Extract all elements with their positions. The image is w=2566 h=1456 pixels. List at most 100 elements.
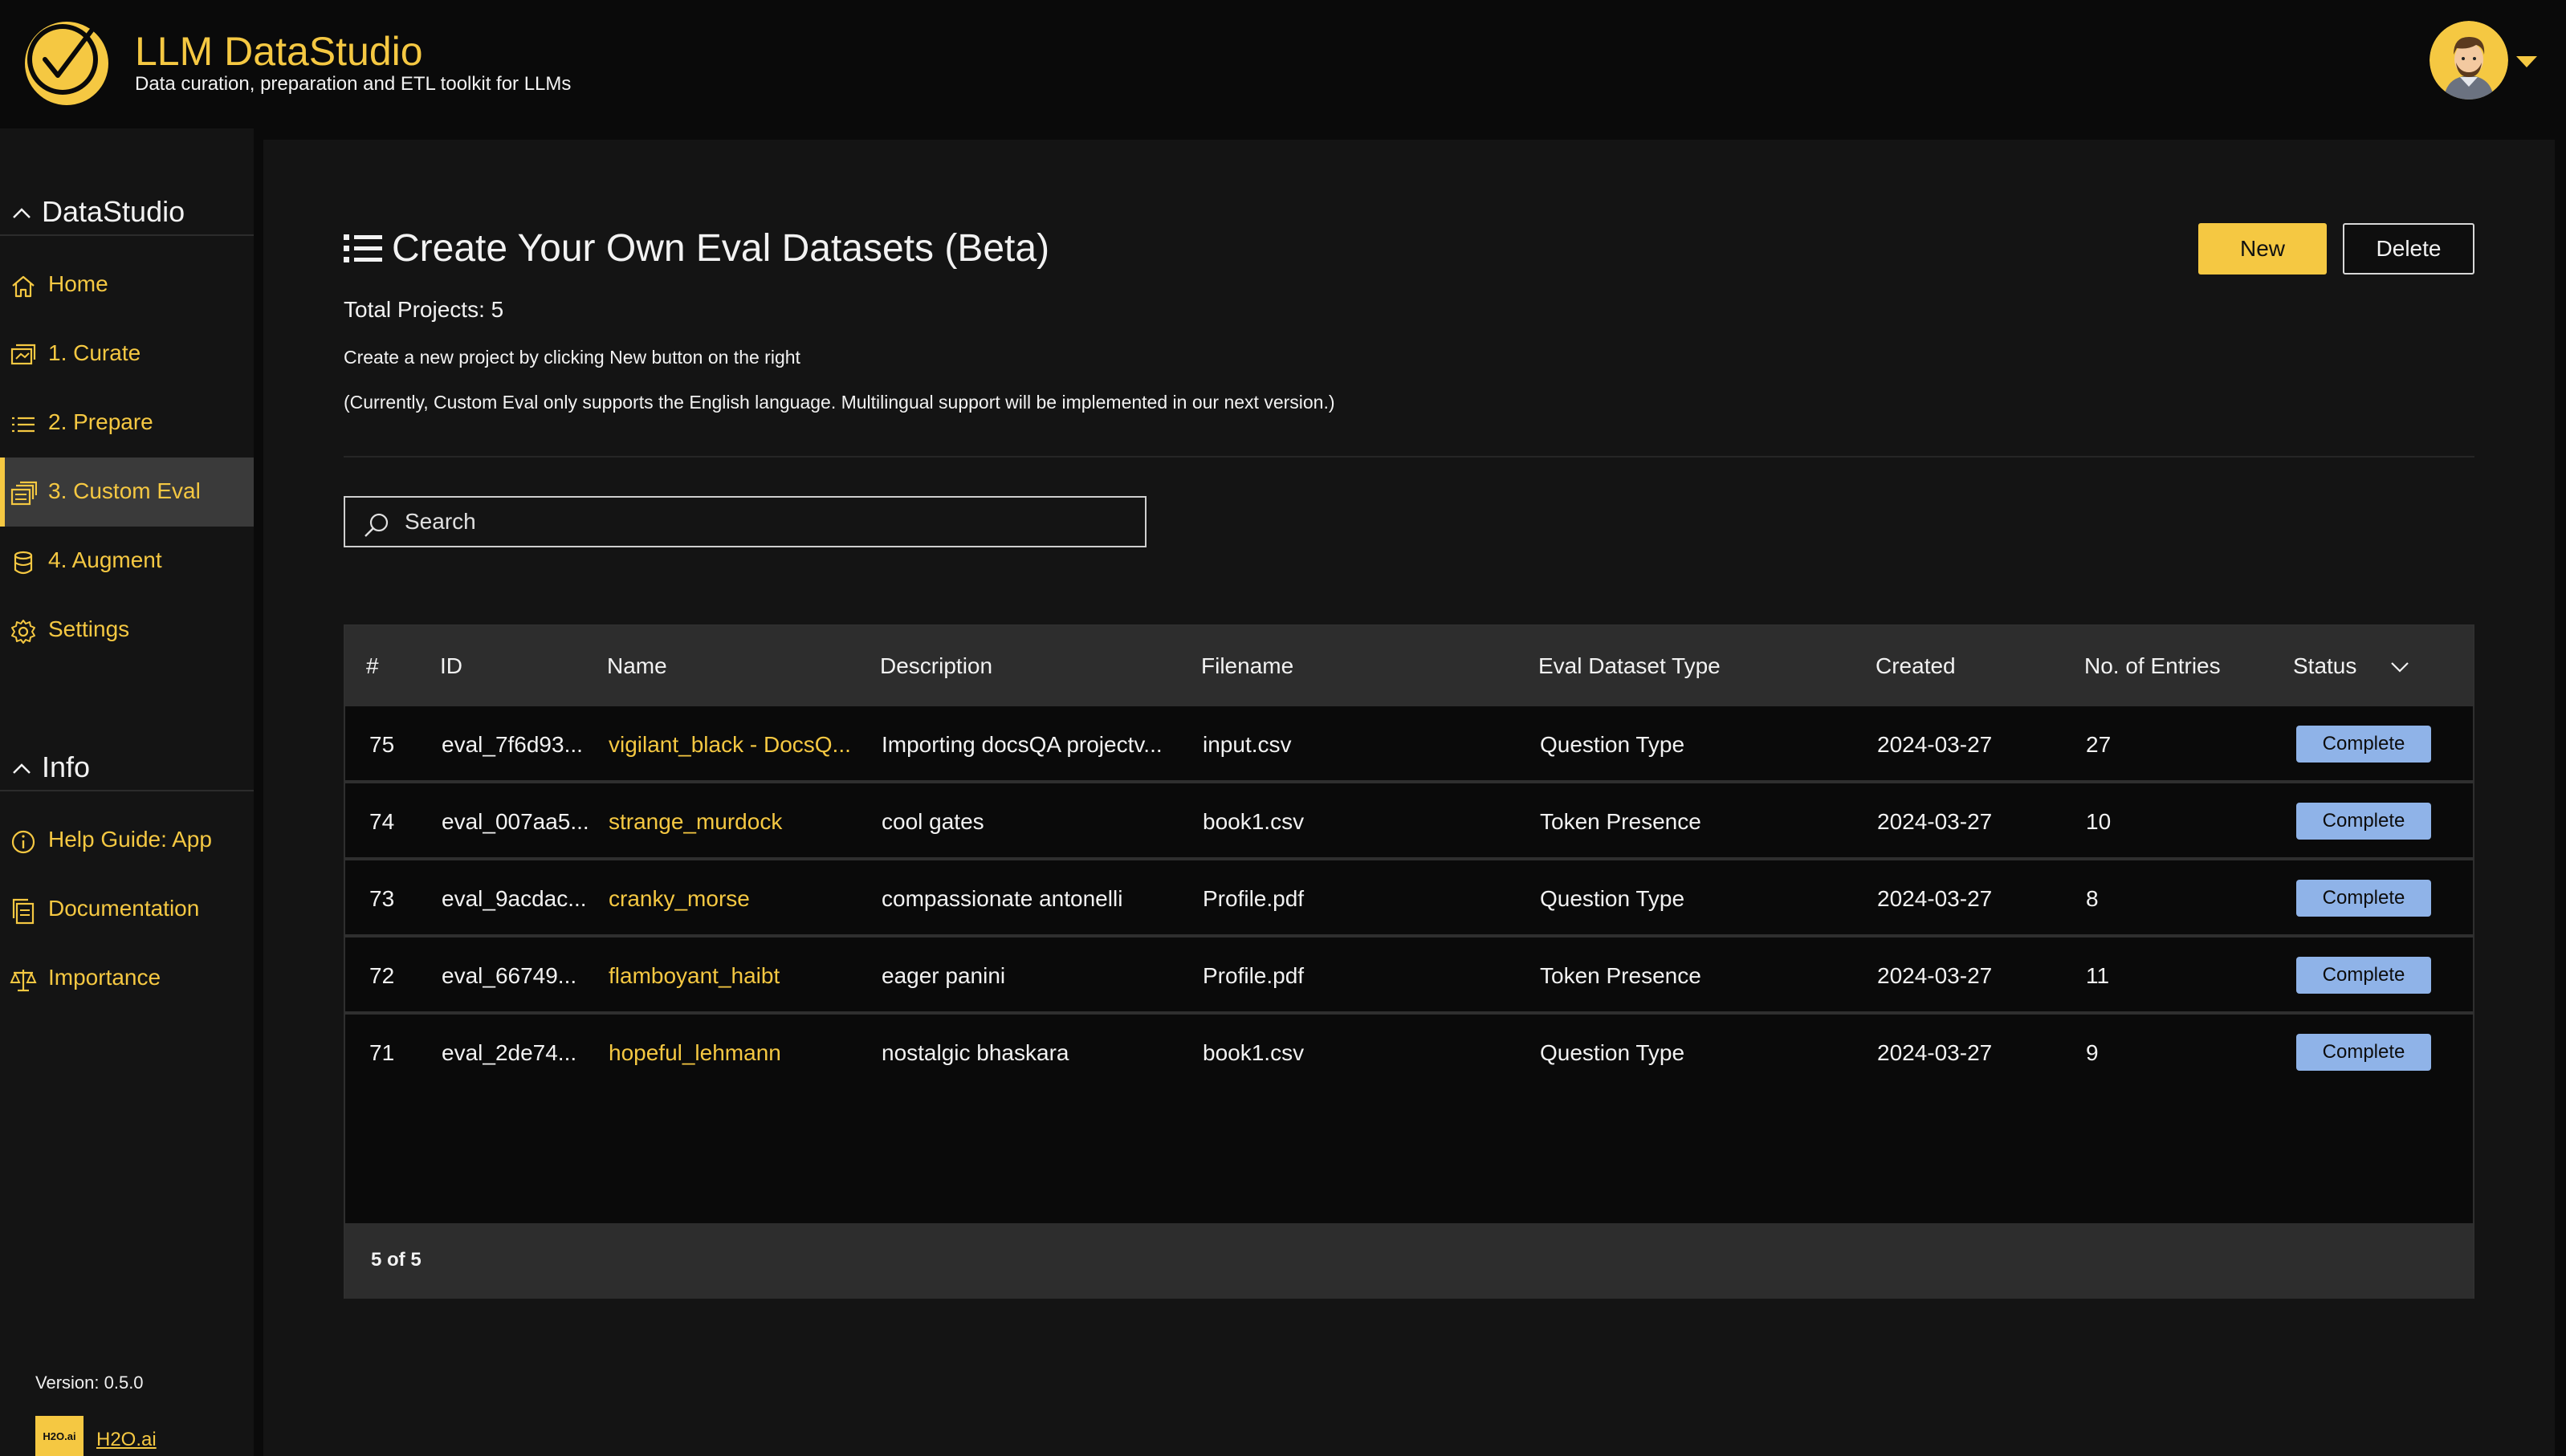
cell-name-link[interactable]: hopeful_lehmann [609, 1037, 781, 1069]
sidebar-item-settings[interactable]: Settings [0, 596, 254, 665]
cell-filename: book1.csv [1203, 1040, 1305, 1065]
cell-eval-type: Question Type [1540, 886, 1685, 911]
sidebar-item-label: 4. Augment [48, 547, 162, 572]
sidebar-item-prepare[interactable]: 2. Prepare [0, 388, 254, 458]
cell-eval-type: Token Presence [1540, 809, 1701, 834]
table-footer: 5 of 5 [345, 1223, 2473, 1299]
database-icon [14, 551, 33, 575]
version-label: Version: 0.5.0 [35, 1373, 144, 1393]
sidebar-item-custom-eval[interactable]: 3. Custom Eval [0, 458, 254, 527]
user-menu-caret-icon[interactable] [2516, 56, 2537, 67]
sidebar-item-label: Importance [48, 965, 161, 990]
column-header-eval-type[interactable]: Eval Dataset Type [1538, 650, 1721, 682]
language-notice: (Currently, Custom Eval only supports th… [344, 392, 1335, 413]
cell-created: 2024-03-27 [1877, 732, 1993, 757]
cell-created: 2024-03-27 [1877, 963, 1993, 988]
sidebar-item-label: Help Guide: App [48, 827, 212, 852]
delete-button[interactable]: Delete [2343, 223, 2474, 275]
cell-created: 2024-03-27 [1877, 1040, 1993, 1065]
sidebar-item-help-guide[interactable]: Help Guide: App [0, 806, 254, 875]
cell-entries: 8 [2086, 886, 2099, 911]
table-row[interactable]: 74 eval_007aa5... strange_murdock cool g… [345, 783, 2473, 860]
table-row[interactable]: 75 eval_7f6d93... vigilant_black - DocsQ… [345, 706, 2473, 783]
cell-name-link[interactable]: strange_murdock [609, 806, 782, 838]
column-header-name[interactable]: Name [607, 650, 667, 682]
chevron-down-icon[interactable] [2389, 657, 2410, 677]
status-badge[interactable]: Complete [2296, 880, 2431, 917]
status-badge[interactable]: Complete [2296, 803, 2431, 840]
cell-number: 72 [369, 963, 395, 988]
search-input[interactable] [403, 502, 1126, 541]
new-button[interactable]: New [2198, 223, 2327, 275]
cell-created: 2024-03-27 [1877, 809, 1993, 834]
column-header-filename[interactable]: Filename [1201, 650, 1293, 682]
sidebar-section-datastudio[interactable]: DataStudio [0, 188, 254, 236]
sidebar-item-augment[interactable]: 4. Augment [0, 527, 254, 596]
column-header-entries[interactable]: No. of Entries [2084, 650, 2221, 682]
pagination-count: 5 of 5 [371, 1249, 422, 1271]
table-row[interactable]: 73 eval_9acdac... cranky_morse compassio… [345, 860, 2473, 937]
curate-icon [10, 344, 36, 365]
cell-entries: 27 [2086, 732, 2112, 757]
cell-id: eval_007aa5... [442, 809, 589, 834]
status-badge[interactable]: Complete [2296, 957, 2431, 994]
sidebar-item-documentation[interactable]: Documentation [0, 875, 254, 944]
user-avatar[interactable] [2430, 21, 2508, 100]
h2o-link[interactable]: H2O.ai [96, 1429, 157, 1451]
sidebar-item-label: Settings [48, 616, 130, 641]
cell-name-link[interactable]: flamboyant_haibt [609, 960, 780, 992]
cell-filename: book1.csv [1203, 809, 1305, 834]
eval-datasets-table: # ID Name Description Filename Eval Data… [344, 624, 2474, 1299]
table-row[interactable]: 71 eval_2de74... hopeful_lehmann nostalg… [345, 1015, 2473, 1092]
avatar-icon [2430, 21, 2508, 100]
cell-number: 71 [369, 1040, 395, 1065]
column-header-status[interactable]: Status [2293, 650, 2356, 682]
home-icon [12, 275, 35, 298]
column-header-id[interactable]: ID [440, 650, 462, 682]
sidebar-item-label: 3. Custom Eval [48, 478, 201, 503]
search-box[interactable] [344, 496, 1147, 547]
sidebar-section-info[interactable]: Info [0, 743, 254, 791]
cell-description: compassionate antonelli [882, 886, 1123, 911]
cell-entries: 9 [2086, 1040, 2099, 1065]
cell-number: 75 [369, 732, 395, 757]
sidebar-item-label: Home [48, 271, 108, 296]
status-badge[interactable]: Complete [2296, 1034, 2431, 1071]
column-header-number[interactable]: # [366, 650, 379, 682]
search-icon [365, 513, 389, 537]
sidebar-item-label: Documentation [48, 896, 200, 921]
cell-description: Importing docsQA projectv... [882, 732, 1163, 757]
sidebar-item-label: 1. Curate [48, 340, 141, 365]
cell-entries: 11 [2086, 963, 2110, 988]
scale-icon [10, 970, 37, 992]
status-badge[interactable]: Complete [2296, 726, 2431, 763]
chevron-up-icon [13, 763, 31, 774]
cell-id: eval_66749... [442, 963, 577, 988]
sidebar-section-label: Info [42, 750, 91, 783]
sidebar-item-curate[interactable]: 1. Curate [0, 319, 254, 388]
info-icon [11, 830, 35, 854]
sidebar: DataStudio Home 1. Curate 2. Prepare 3. … [0, 128, 254, 1456]
cell-filename: input.csv [1203, 732, 1292, 757]
cell-id: eval_7f6d93... [442, 732, 583, 757]
h2o-logo: H2O.ai [35, 1416, 83, 1456]
cell-filename: Profile.pdf [1203, 886, 1305, 911]
column-header-created[interactable]: Created [1876, 650, 1956, 682]
sidebar-item-home[interactable]: Home [0, 250, 254, 319]
cell-description: cool gates [882, 809, 984, 834]
sidebar-item-label: 2. Prepare [48, 409, 153, 434]
list-icon [12, 417, 35, 433]
table-header: # ID Name Description Filename Eval Data… [345, 626, 2473, 706]
column-header-description[interactable]: Description [880, 650, 992, 682]
hint-text: Create a new project by clicking New but… [344, 347, 800, 368]
table-row[interactable]: 72 eval_66749... flamboyant_haibt eager … [345, 937, 2473, 1015]
sidebar-item-importance[interactable]: Importance [0, 944, 254, 1013]
cell-name-link[interactable]: cranky_morse [609, 883, 750, 915]
chevron-up-icon [13, 208, 31, 218]
gear-icon [11, 620, 35, 644]
cell-name-link[interactable]: vigilant_black - DocsQ... [609, 729, 851, 761]
cell-filename: Profile.pdf [1203, 963, 1305, 988]
app-logo-icon [25, 22, 108, 105]
cell-id: eval_9acdac... [442, 886, 587, 911]
cell-description: eager panini [882, 963, 1006, 988]
